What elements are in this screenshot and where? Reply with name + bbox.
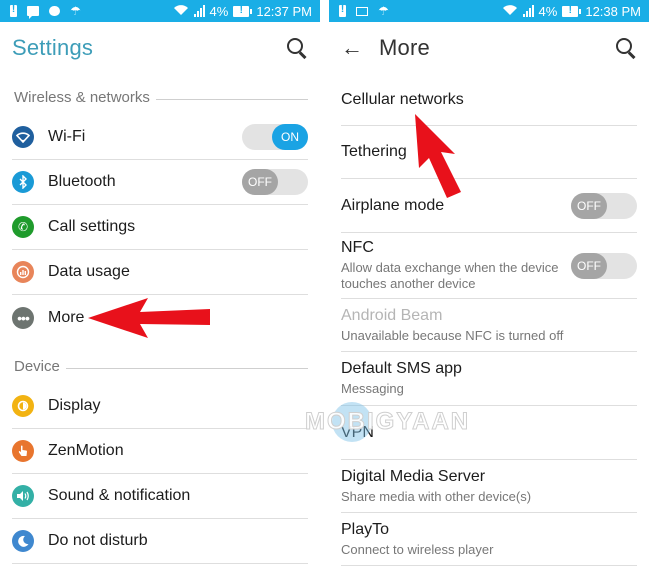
moon-icon <box>12 530 34 552</box>
section-divider <box>155 99 308 100</box>
status-bar: ☂ 4% 12:38 PM <box>329 0 649 22</box>
settings-screen: ☂ 4% 12:37 PM Settings Wireless & networ… <box>0 0 320 568</box>
more-item-airplane-mode[interactable]: Airplane mode OFF <box>341 179 637 233</box>
item-subtitle: Allow data exchange when the device touc… <box>341 260 559 291</box>
signal-strength-icon <box>522 5 534 17</box>
status-bar: ☂ 4% 12:37 PM <box>0 0 320 22</box>
item-title: Default SMS app <box>341 360 462 377</box>
settings-item-label: Data usage <box>48 263 130 280</box>
settings-item-bluetooth[interactable]: Bluetooth OFF <box>12 160 308 205</box>
image-icon <box>356 6 368 16</box>
item-subtitle: Share media with other device(s) <box>341 488 532 504</box>
nfc-toggle[interactable]: OFF <box>571 252 637 279</box>
battery-icon <box>562 5 582 17</box>
toggle-state: OFF <box>242 169 278 195</box>
toggle-state: ON <box>272 124 308 150</box>
item-title: Android Beam <box>341 306 443 324</box>
item-title: Cellular networks <box>341 90 464 108</box>
settings-item-label: Display <box>48 397 101 414</box>
more-item-default-sms-app[interactable]: Default SMS app Messaging <box>341 352 637 406</box>
item-title: VPN <box>341 423 374 441</box>
display-brightness-icon <box>12 395 34 417</box>
item-subtitle: Messaging <box>341 381 404 396</box>
bluetooth-icon <box>12 171 34 193</box>
signal-strength-icon <box>193 5 205 17</box>
section-header-label: Wireless & networks <box>14 89 150 106</box>
item-title: Airplane mode <box>341 196 445 214</box>
airplane-mode-toggle[interactable]: OFF <box>571 192 637 219</box>
battery-icon <box>233 5 253 17</box>
status-time: 12:38 PM <box>585 3 641 19</box>
settings-item-zenmotion[interactable]: ZenMotion <box>12 429 308 474</box>
item-subtitle: Connect to wireless player <box>341 541 494 557</box>
item-subtitle: Unavailable because NFC is turned off <box>341 327 564 343</box>
settings-item-wifi[interactable]: Wi-Fi ON <box>12 115 308 160</box>
back-arrow-icon[interactable]: ← <box>341 37 363 59</box>
battery-alert-icon <box>339 4 346 17</box>
page-title: Settings <box>12 35 94 60</box>
status-time: 12:37 PM <box>256 3 312 19</box>
more-item-tethering[interactable]: Tethering <box>341 126 637 179</box>
sound-icon <box>12 485 34 507</box>
search-icon[interactable] <box>615 37 637 59</box>
settings-item-data-usage[interactable]: Data usage <box>12 250 308 295</box>
battery-percent: 4% <box>209 3 229 19</box>
settings-item-label: ZenMotion <box>48 442 124 459</box>
more-item-digital-media-server[interactable]: Digital Media Server Share media with ot… <box>341 460 637 513</box>
app-bar: ← More <box>329 22 649 74</box>
item-title: PlayTo <box>341 520 390 538</box>
chat-icon <box>49 6 60 16</box>
more-item-playto[interactable]: PlayTo Connect to wireless player <box>341 513 637 566</box>
settings-item-do-not-disturb[interactable]: Do not disturb <box>12 519 308 564</box>
settings-item-label: Bluetooth <box>48 173 116 190</box>
settings-item-label: More <box>48 308 85 326</box>
more-screen: ☂ 4% 12:38 PM ← More Cellular networks T… <box>329 0 649 568</box>
wifi-toggle[interactable]: ON <box>242 124 308 150</box>
settings-item-call-settings[interactable]: ✆ Call settings <box>12 205 308 250</box>
item-title: NFC <box>341 239 374 256</box>
wifi-icon <box>12 126 34 148</box>
app-bar: Settings <box>0 22 320 74</box>
phone-icon: ✆ <box>12 216 34 238</box>
section-header-wireless: Wireless & networks <box>14 89 308 106</box>
search-icon[interactable] <box>286 37 308 59</box>
section-header-device: Device <box>14 358 308 375</box>
settings-item-label: Do not disturb <box>48 532 148 549</box>
toggle-state: OFF <box>571 252 607 279</box>
umbrella-weather-icon: ☂ <box>70 4 81 18</box>
item-title: Tethering <box>341 143 407 160</box>
umbrella-weather-icon: ☂ <box>378 4 389 18</box>
section-header-label: Device <box>14 358 60 375</box>
zenmotion-hand-icon <box>12 440 34 462</box>
page-title: More <box>379 35 430 60</box>
toggle-state: OFF <box>571 192 607 219</box>
wifi-status-icon <box>173 4 189 18</box>
more-dots-icon: ••• <box>12 306 34 329</box>
bluetooth-toggle[interactable]: OFF <box>242 169 308 195</box>
panel-gap <box>320 0 329 568</box>
battery-alert-icon <box>10 4 17 17</box>
item-title: Digital Media Server <box>341 467 486 485</box>
section-divider <box>65 368 308 369</box>
wifi-status-icon <box>502 4 518 18</box>
data-usage-icon <box>12 261 34 283</box>
settings-item-display[interactable]: Display <box>12 384 308 429</box>
settings-item-label: Call settings <box>48 218 136 235</box>
more-item-android-beam: Android Beam Unavailable because NFC is … <box>341 299 637 352</box>
more-item-nfc[interactable]: NFC Allow data exchange when the device … <box>341 233 637 299</box>
more-item-cellular-networks[interactable]: Cellular networks <box>341 74 637 126</box>
more-item-vpn[interactable]: VPN <box>341 406 637 460</box>
settings-item-label: Sound & notification <box>48 487 191 504</box>
settings-item-more[interactable]: ••• More <box>12 295 308 340</box>
settings-item-label: Wi-Fi <box>48 128 86 145</box>
message-icon <box>27 6 39 19</box>
settings-item-sound-notification[interactable]: Sound & notification <box>12 474 308 519</box>
battery-percent: 4% <box>538 3 558 19</box>
